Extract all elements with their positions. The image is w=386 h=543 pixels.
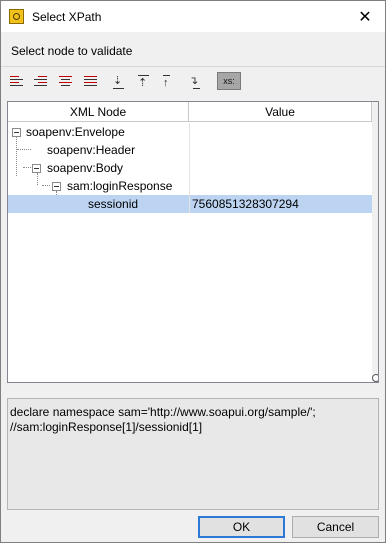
node-label: sam:loginResponse: [67, 179, 173, 193]
arrow-up-icon: ↑: [163, 77, 169, 89]
align-center-red-icon: [59, 76, 72, 88]
tree-row[interactable]: soapenv:Header: [8, 141, 372, 159]
vertical-scrollbar[interactable]: [372, 102, 378, 382]
close-button[interactable]: ✕: [345, 1, 385, 32]
cancel-button[interactable]: Cancel: [292, 516, 379, 538]
align-left-red-icon: [10, 76, 23, 88]
xml-node-tree-table: XML Node Value soapenv:Envelope soapenv:…: [7, 101, 379, 383]
tree-node-cell: soapenv:Envelope: [8, 123, 189, 141]
node-value: [189, 141, 372, 159]
align-justify-button[interactable]: [82, 73, 100, 91]
corner-copyright-icon: [372, 374, 378, 382]
tree-node-cell: soapenv:Header: [8, 141, 189, 159]
node-value: [189, 159, 372, 177]
node-value: 7560851328307294: [189, 195, 372, 213]
window-title: Select XPath: [32, 10, 102, 24]
column-header-xml-node[interactable]: XML Node: [8, 102, 189, 122]
move-top-button[interactable]: ⇡: [135, 73, 153, 91]
collapse-toggle-icon[interactable]: [32, 164, 41, 173]
tree-node-cell: sam:loginResponse: [8, 177, 189, 195]
expand-all-button[interactable]: [8, 73, 26, 91]
node-label: sessionid: [88, 197, 139, 211]
node-label: soapenv:Body: [47, 161, 124, 175]
arrow-to-top-icon: ⇡: [138, 77, 148, 89]
node-label: soapenv:Envelope: [26, 125, 125, 139]
arrow-down-right-icon: ↴: [189, 75, 199, 87]
tree-row-selected[interactable]: sessionid 7560851328307294: [8, 195, 372, 213]
node-label: soapenv:Header: [47, 143, 136, 157]
column-header-value[interactable]: Value: [189, 102, 372, 122]
align-justify-red-icon: [84, 76, 97, 88]
xpath-expression-line: //sam:loginResponse[1]/sessionid[1]: [10, 420, 203, 434]
tree-node-cell: sessionid: [8, 195, 189, 213]
title-bar: Select XPath ✕: [1, 1, 385, 32]
tree-row[interactable]: sam:loginResponse: [8, 177, 372, 195]
arrow-to-bottom-icon: ⇣: [113, 75, 123, 87]
xs-schema-button[interactable]: xs:: [217, 72, 241, 90]
xpath-namespace-line: declare namespace sam='http://www.soapui…: [10, 405, 316, 419]
ok-button[interactable]: OK: [198, 516, 285, 538]
instruction-panel: Select node to validate: [1, 32, 385, 67]
xpath-expression-display[interactable]: declare namespace sam='http://www.soapui…: [7, 398, 379, 510]
move-up-button[interactable]: ↑: [160, 73, 178, 91]
tree-row[interactable]: soapenv:Envelope: [8, 123, 372, 141]
collapse-toggle-icon[interactable]: [12, 128, 21, 137]
select-xpath-dialog: Select XPath ✕ Select node to validate ⇣…: [0, 0, 386, 543]
move-bottom-button[interactable]: ⇣: [110, 73, 128, 91]
tree-node-cell: soapenv:Body: [8, 159, 189, 177]
collapse-all-button[interactable]: [32, 73, 50, 91]
soapui-app-icon: [9, 9, 24, 24]
tree-row[interactable]: soapenv:Body: [8, 159, 372, 177]
move-down-button[interactable]: ↴: [186, 73, 204, 91]
collapse-toggle-icon[interactable]: [52, 182, 61, 191]
align-center-button[interactable]: [57, 73, 75, 91]
align-right-red-icon: [34, 76, 47, 88]
node-value: [189, 177, 372, 195]
instruction-text: Select node to validate: [11, 44, 133, 58]
toolbar: ⇣ ⇡ ↑ ↴ xs:: [1, 67, 385, 97]
node-value: [189, 123, 372, 141]
